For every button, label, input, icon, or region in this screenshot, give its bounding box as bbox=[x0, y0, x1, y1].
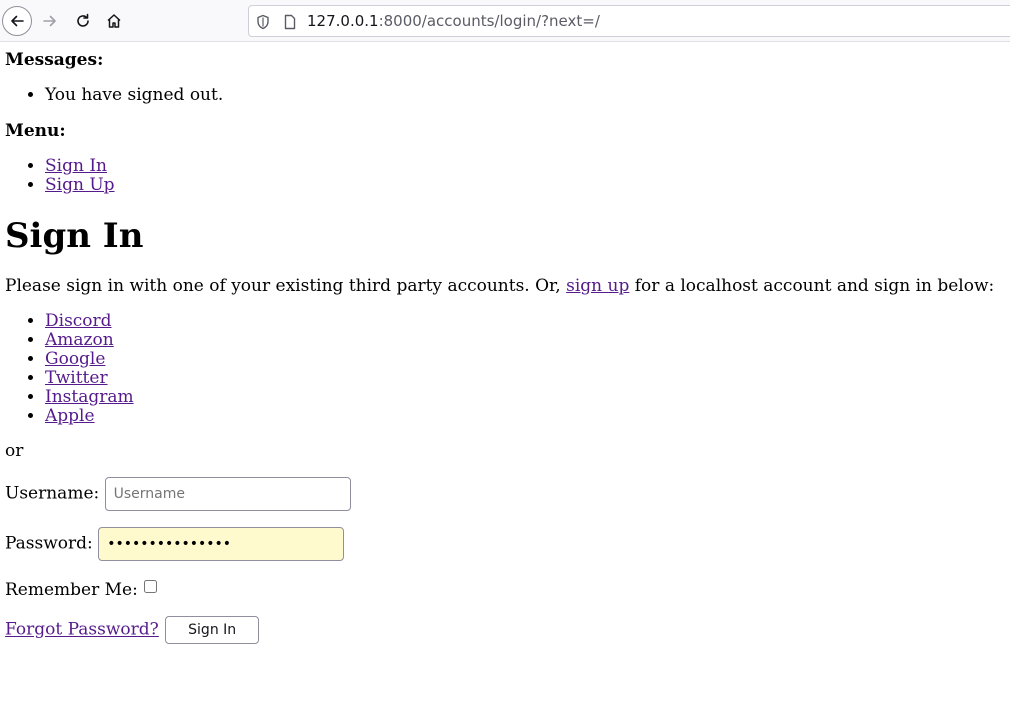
provider-item-discord: Discord bbox=[45, 312, 134, 331]
provider-link-apple[interactable]: Apple bbox=[45, 406, 95, 426]
provider-list: Discord Amazon Google Twitter Instagram … bbox=[5, 312, 134, 426]
remember-row: Remember Me: bbox=[5, 580, 157, 600]
forgot-password-link[interactable]: Forgot Password? bbox=[5, 620, 159, 640]
password-label: Password: bbox=[5, 533, 93, 554]
sign-in-button[interactable]: Sign In bbox=[165, 616, 260, 644]
provider-link-discord[interactable]: Discord bbox=[45, 311, 112, 331]
reload-icon bbox=[77, 13, 89, 27]
url-host: 127.0.0.1 bbox=[307, 12, 379, 30]
password-row: Password: bbox=[5, 527, 345, 561]
menu-list: Sign In Sign Up bbox=[5, 157, 115, 195]
arrow-left-icon bbox=[11, 15, 24, 27]
browser-toolbar: 127.0.0.1:8000/accounts/login/?next=/ bbox=[0, 0, 1010, 42]
remember-checkbox[interactable] bbox=[143, 580, 157, 593]
or-separator: or bbox=[5, 441, 24, 461]
provider-item-apple: Apple bbox=[45, 407, 134, 426]
intro-paragraph: Please sign in with one of your existing… bbox=[5, 277, 994, 296]
home-button[interactable] bbox=[99, 6, 129, 36]
messages-heading: Messages: bbox=[5, 50, 104, 70]
password-input[interactable] bbox=[98, 527, 345, 561]
intro-text-after: for a localhost account and sign in belo… bbox=[629, 276, 995, 296]
url-text[interactable]: 127.0.0.1:8000/accounts/login/?next=/ bbox=[307, 12, 600, 30]
page-title: Sign In bbox=[5, 216, 144, 256]
provider-item-twitter: Twitter bbox=[45, 369, 134, 388]
sign-up-link[interactable]: sign up bbox=[566, 276, 629, 296]
reload-button[interactable] bbox=[68, 6, 98, 36]
remember-label: Remember Me: bbox=[5, 580, 138, 600]
provider-item-instagram: Instagram bbox=[45, 388, 134, 407]
page-icon[interactable] bbox=[283, 14, 297, 34]
provider-item-amazon: Amazon bbox=[45, 331, 134, 350]
intro-text-before: Please sign in with one of your existing… bbox=[5, 276, 567, 296]
forward-button[interactable] bbox=[35, 6, 65, 36]
shield-icon[interactable] bbox=[256, 14, 270, 34]
url-bar[interactable]: 127.0.0.1:8000/accounts/login/?next=/ bbox=[248, 5, 1010, 37]
username-row: Username: bbox=[5, 477, 351, 511]
menu-item-sign-in: Sign In bbox=[45, 157, 115, 176]
menu-link-sign-in[interactable]: Sign In bbox=[45, 156, 107, 176]
url-path: :8000/accounts/login/?next=/ bbox=[378, 12, 600, 30]
provider-link-instagram[interactable]: Instagram bbox=[45, 387, 134, 407]
actions-row: Forgot Password? Sign In bbox=[5, 616, 260, 644]
provider-item-google: Google bbox=[45, 350, 134, 369]
arrow-right-icon bbox=[43, 15, 56, 27]
message-item: You have signed out. bbox=[45, 86, 223, 105]
provider-link-google[interactable]: Google bbox=[45, 349, 105, 369]
menu-item-sign-up: Sign Up bbox=[45, 176, 115, 195]
menu-heading: Menu: bbox=[5, 121, 66, 141]
provider-link-amazon[interactable]: Amazon bbox=[45, 330, 114, 350]
home-icon bbox=[107, 14, 121, 28]
username-input[interactable] bbox=[104, 477, 351, 511]
username-label: Username: bbox=[5, 483, 100, 504]
messages-list: You have signed out. bbox=[5, 86, 223, 105]
back-button[interactable] bbox=[2, 6, 32, 36]
provider-link-twitter[interactable]: Twitter bbox=[45, 368, 108, 388]
menu-link-sign-up[interactable]: Sign Up bbox=[45, 175, 115, 195]
